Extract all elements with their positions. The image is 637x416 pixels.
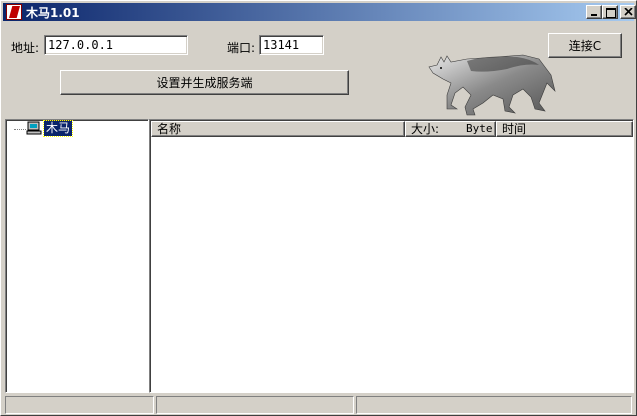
column-size-label: 大小: xyxy=(411,122,440,136)
tree-item-trojan[interactable]: 木马 xyxy=(42,120,74,137)
tree-view[interactable]: 木马 xyxy=(5,119,149,393)
status-bar xyxy=(3,396,634,414)
port-input[interactable]: 13141 xyxy=(259,35,324,55)
column-size-unit: Byte xyxy=(466,122,493,135)
port-label: 端口: xyxy=(227,41,256,55)
minimize-icon[interactable] xyxy=(586,5,602,19)
address-input[interactable]: 127.0.0.1 xyxy=(44,35,188,55)
status-pane xyxy=(5,396,154,414)
column-header-name[interactable]: 名称 xyxy=(151,121,405,137)
column-name-label: 名称 xyxy=(157,122,182,136)
file-list-view[interactable]: 名称 大小: Byte 时间 xyxy=(149,119,634,393)
tree-connector xyxy=(14,129,26,130)
status-pane xyxy=(356,396,632,414)
computer-icon xyxy=(26,121,42,135)
title-bar[interactable]: 木马1.01 xyxy=(3,3,636,21)
status-pane xyxy=(156,396,354,414)
close-icon[interactable] xyxy=(620,5,636,19)
wolf-logo-image xyxy=(428,54,556,116)
address-label: 地址: xyxy=(11,41,40,55)
main-window: 木马1.01 地址: 127.0.0.1 端口: 13141 连接C 设置并生成… xyxy=(0,0,637,416)
window-title: 木马1.01 xyxy=(26,6,80,20)
column-header-size[interactable]: 大小: Byte xyxy=(405,121,496,137)
column-header-time[interactable]: 时间 xyxy=(496,121,633,137)
connect-button[interactable]: 连接C xyxy=(548,33,622,58)
maximize-icon[interactable] xyxy=(602,5,618,19)
trojan-app-icon[interactable] xyxy=(6,4,22,20)
column-time-label: 时间 xyxy=(502,122,527,136)
setup-generate-server-button[interactable]: 设置并生成服务端 xyxy=(60,70,349,95)
